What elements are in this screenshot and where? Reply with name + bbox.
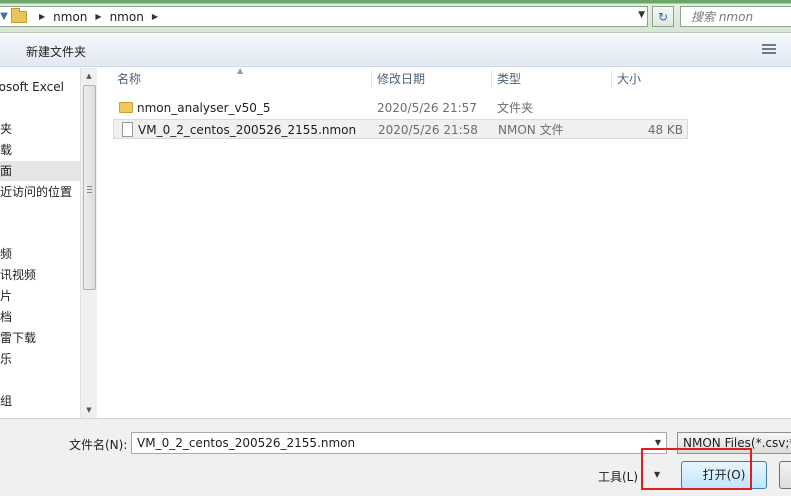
cancel-button[interactable] <box>779 461 791 489</box>
file-row-nmon[interactable]: VM_0_2_centos_200526_2155.nmon 2020/5/26… <box>113 119 688 139</box>
refresh-button[interactable]: ↻ <box>652 6 674 27</box>
nav-item-documents[interactable]: 文档 <box>0 307 80 327</box>
breadcrumb-arrow-icon[interactable]: ▶ <box>152 12 158 21</box>
nav-item-tencent-video[interactable]: 腾讯视频 <box>0 265 80 285</box>
file-type: NMON 文件 <box>498 123 564 137</box>
address-bar[interactable]: ▼ ▶ nmon ▶ nmon ▶ ▼ <box>0 6 648 27</box>
chevron-down-icon[interactable]: ▼ <box>0 11 9 22</box>
scroll-up-icon[interactable]: ▲ <box>81 68 97 84</box>
breadcrumb-item[interactable]: nmon <box>110 10 144 24</box>
nav-item-excel[interactable]: rosoft Excel <box>0 77 80 97</box>
column-header-size[interactable]: 大小 <box>611 68 691 90</box>
nav-item-recent-places[interactable]: 最近访问的位置 <box>0 182 80 202</box>
search-placeholder: 搜索 nmon <box>691 10 754 24</box>
folder-icon <box>11 7 27 23</box>
file-list: ▲ 名称 修改日期 类型 大小 nmon_analyser_v50_5 2020… <box>98 66 791 418</box>
nav-item-thunder-downloads[interactable]: 迅雷下载 <box>0 328 80 348</box>
filename-value: VM_0_2_centos_200526_2155.nmon <box>137 436 356 450</box>
nav-item-homegroup[interactable]: 庭组 <box>0 391 80 411</box>
file-name: nmon_analyser_v50_5 <box>137 101 271 115</box>
column-header-date[interactable]: 修改日期 <box>371 68 491 90</box>
nav-scrollbar[interactable]: ▲ ▼ <box>80 68 97 418</box>
refresh-icon: ↻ <box>657 9 669 24</box>
scrollbar-thumb[interactable] <box>83 85 96 290</box>
file-date: 2020/5/26 21:57 <box>377 101 477 115</box>
file-icon <box>122 122 133 137</box>
navigation-pane: rosoft Excel 藏夹 下载 桌面 最近访问的位置 视频 腾讯视频 图片… <box>0 68 80 418</box>
breadcrumb-arrow-icon[interactable]: ▶ <box>95 12 101 21</box>
nav-item-pictures[interactable]: 图片 <box>0 286 80 306</box>
address-toolbar: ▼ ▶ nmon ▶ nmon ▶ ▼ ↻ 搜索 nmon <box>0 0 791 33</box>
breadcrumb-arrow-icon[interactable]: ▶ <box>39 12 45 21</box>
file-row-folder[interactable]: nmon_analyser_v50_5 2020/5/26 21:57 文件夹 <box>113 98 688 118</box>
filename-input[interactable]: VM_0_2_centos_200526_2155.nmon ▼ <box>131 432 667 454</box>
search-input[interactable]: 搜索 nmon <box>680 6 791 27</box>
highlight-box <box>641 448 752 490</box>
nav-item-music[interactable]: 音乐 <box>0 349 80 369</box>
breadcrumb-item[interactable]: nmon <box>53 10 87 24</box>
file-type: 文件夹 <box>497 101 534 115</box>
nav-item-favorites[interactable]: 藏夹 <box>0 119 80 139</box>
command-bar: 新建文件夹 <box>0 34 791 67</box>
column-header-type[interactable]: 类型 <box>491 68 611 90</box>
tools-menu-button[interactable]: 工具(L) <box>598 468 638 485</box>
folder-icon <box>119 102 133 113</box>
scroll-down-icon[interactable]: ▼ <box>81 402 97 418</box>
grip-icon <box>87 186 92 195</box>
column-header-name[interactable]: 名称 <box>111 68 371 90</box>
view-options-icon[interactable] <box>762 44 776 56</box>
nav-item-videos[interactable]: 视频 <box>0 244 80 264</box>
file-date: 2020/5/26 21:58 <box>378 123 478 137</box>
filename-label: 文件名(N): <box>69 438 128 452</box>
nav-item-desktop[interactable]: 桌面 <box>0 161 80 181</box>
address-dropdown-icon[interactable]: ▼ <box>638 10 645 20</box>
new-folder-button[interactable]: 新建文件夹 <box>26 43 86 60</box>
nav-item-downloads[interactable]: 下载 <box>0 140 80 160</box>
file-size: 48 KB <box>647 123 683 137</box>
column-header-row: ▲ 名称 修改日期 类型 大小 <box>98 66 791 90</box>
file-name: VM_0_2_centos_200526_2155.nmon <box>138 123 357 137</box>
